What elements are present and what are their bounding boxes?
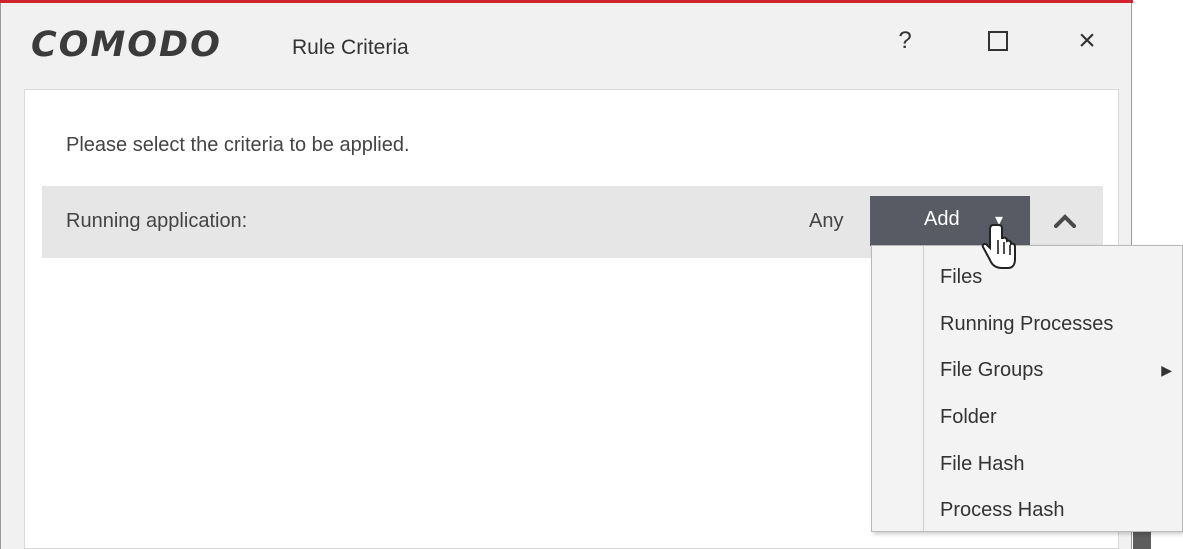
close-button[interactable]: × (1067, 21, 1107, 61)
menu-item-label: Process Hash (940, 499, 1065, 521)
menu-item-file-groups[interactable]: File Groups ▶ (872, 347, 1182, 391)
running-application-label: Running application: (66, 210, 248, 232)
maximize-icon (988, 31, 1008, 51)
comodo-logo: COMODO (31, 25, 222, 65)
menu-item-label: File Hash (940, 453, 1025, 475)
maximize-button[interactable] (978, 21, 1018, 61)
add-button-label: Add (924, 208, 960, 230)
menu-item-files[interactable]: Files (872, 254, 1182, 298)
chevron-up-icon (1053, 214, 1076, 228)
menu-item-label: File Groups (940, 359, 1044, 381)
criteria-prompt: Please select the criteria to be applied… (66, 134, 410, 156)
menu-item-label: Files (940, 266, 983, 288)
menu-item-running-processes[interactable]: Running Processes (872, 301, 1182, 345)
dialog-title: Rule Criteria (292, 36, 409, 59)
submenu-arrow-icon: ▶ (1161, 362, 1172, 378)
add-dropdown-menu: Files Running Processes File Groups ▶ Fo… (871, 245, 1183, 532)
menu-item-folder[interactable]: Folder (872, 394, 1182, 438)
hand-cursor-icon (981, 224, 1016, 269)
menu-item-process-hash[interactable]: Process Hash (872, 487, 1182, 531)
menu-item-label: Folder (940, 406, 997, 428)
menu-item-label: Running Processes (940, 313, 1114, 335)
running-application-value: Any (809, 210, 844, 232)
collapse-button[interactable] (1042, 196, 1087, 246)
help-button[interactable]: ? (885, 21, 925, 61)
menu-item-file-hash[interactable]: File Hash (872, 441, 1182, 485)
